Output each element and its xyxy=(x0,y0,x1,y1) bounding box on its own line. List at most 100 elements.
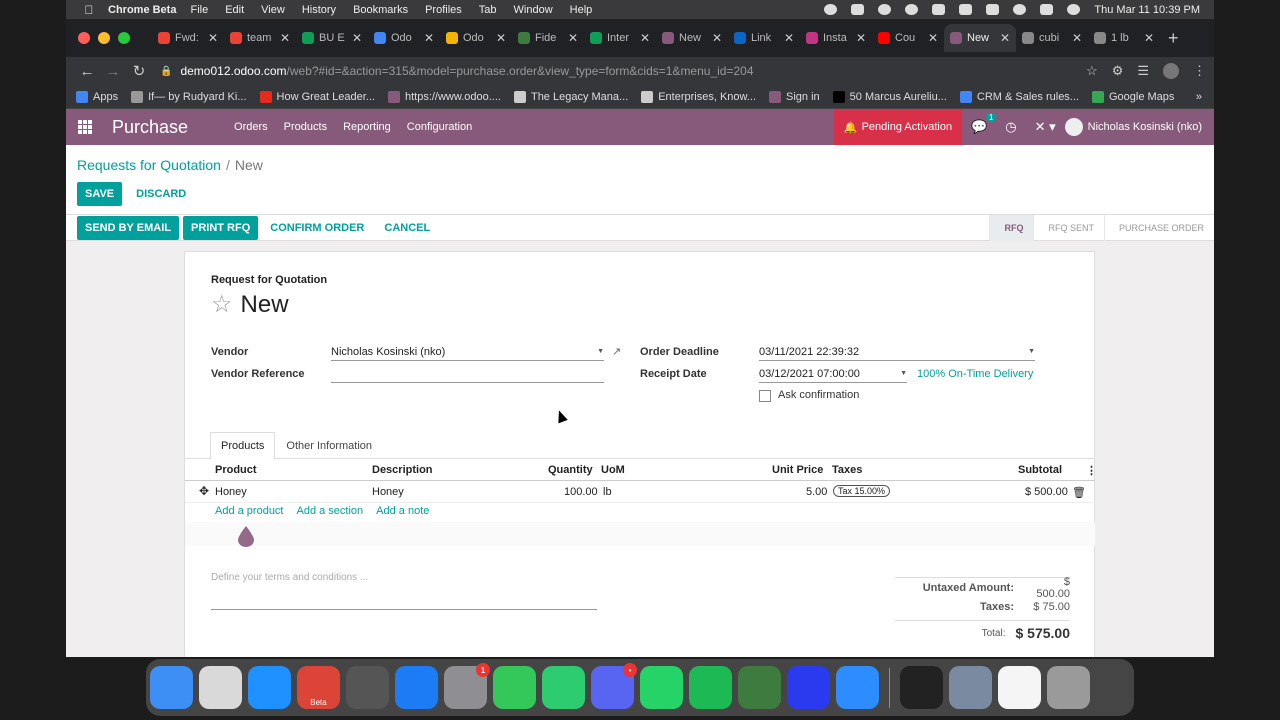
menu-profiles[interactable]: Profiles xyxy=(425,4,462,16)
save-button[interactable]: SAVE xyxy=(77,182,123,206)
menu-edit[interactable]: Edit xyxy=(225,4,244,16)
add-note-link[interactable]: Add a note xyxy=(376,505,429,517)
trash-icon[interactable]: 🗑 xyxy=(1072,486,1086,499)
browser-tab[interactable]: Fide ✕ xyxy=(512,24,584,52)
bookmark-star-icon[interactable]: ☆ xyxy=(1086,63,1098,79)
bookmark-item[interactable]: CRM & Sales rules... xyxy=(959,90,1079,103)
bookmark-item[interactable]: The Legacy Mana... xyxy=(513,90,628,103)
discord-icon[interactable]: • xyxy=(591,663,637,709)
bookmark-item[interactable]: 50 Marcus Aureliu... xyxy=(832,90,947,103)
menu-orders[interactable]: Orders xyxy=(234,121,268,133)
tab-products[interactable]: Products xyxy=(210,432,276,460)
zoom-icon[interactable] xyxy=(836,666,879,709)
browser-tab[interactable]: Odo ✕ xyxy=(440,24,512,52)
menu-view[interactable]: View xyxy=(261,4,285,16)
menu-reporting[interactable]: Reporting xyxy=(343,121,391,133)
trash-icon[interactable] xyxy=(1047,666,1090,709)
col-uom[interactable]: UoM xyxy=(601,464,625,476)
debug-icon[interactable]: ✕ ▾ xyxy=(1026,119,1065,135)
menu-bookmarks[interactable]: Bookmarks xyxy=(353,4,408,16)
extensions-icon[interactable]: ⚙ xyxy=(1112,63,1124,79)
forward-icon[interactable]: → xyxy=(100,63,126,80)
col-product[interactable]: Product xyxy=(215,464,257,476)
external-link-icon[interactable]: ↗ xyxy=(612,345,621,358)
bluetooth-icon[interactable] xyxy=(959,4,973,15)
terms-and-conditions-field[interactable]: Define your terms and conditions ... xyxy=(211,572,597,610)
siri-icon[interactable] xyxy=(1067,4,1081,15)
chat-icon[interactable]: 💬 1 xyxy=(962,113,997,135)
minimize-window-button[interactable] xyxy=(98,32,110,44)
media-icon[interactable]: ☰ xyxy=(1137,63,1149,79)
line-quantity[interactable]: 100.00 xyxy=(564,486,598,498)
play-icon[interactable] xyxy=(878,4,892,15)
safari-icon[interactable] xyxy=(248,666,291,709)
pending-activation-button[interactable]: 🔔 Pending Activation xyxy=(833,109,963,145)
browser-tab[interactable]: Link ✕ xyxy=(728,24,800,52)
zoom-window-button[interactable] xyxy=(118,32,130,44)
vendor-reference-field[interactable] xyxy=(331,365,604,383)
bookmark-item[interactable]: Apps xyxy=(76,90,118,103)
browser-tab[interactable]: Inter ✕ xyxy=(584,24,656,52)
receipt-date-field[interactable]: 03/12/2021 07:00:00 ▼ xyxy=(759,365,907,383)
menu-help[interactable]: Help xyxy=(570,4,593,16)
line-uom[interactable]: lb xyxy=(603,486,612,498)
back-icon[interactable]: ← xyxy=(74,63,100,80)
menu-history[interactable]: History xyxy=(302,4,336,16)
record-icon[interactable] xyxy=(824,4,838,15)
close-tab-icon[interactable]: ✕ xyxy=(568,31,578,45)
spotlight-icon[interactable] xyxy=(1013,4,1027,15)
browser-tab[interactable]: Cou ✕ xyxy=(872,24,944,52)
menu-configuration[interactable]: Configuration xyxy=(407,121,472,133)
whatsapp-icon[interactable] xyxy=(640,666,683,709)
chrome-menu-icon[interactable]: ⋮ xyxy=(1193,63,1206,79)
close-tab-icon[interactable]: ✕ xyxy=(208,31,218,45)
table-row[interactable]: ✥ Honey Honey 100.00 lb 5.00 Tax 15.00% … xyxy=(185,481,1095,503)
battery-icon[interactable] xyxy=(986,4,1000,15)
ask-confirmation-checkbox[interactable] xyxy=(759,390,771,402)
line-unit-price[interactable]: 5.00 xyxy=(806,486,827,498)
send-by-email-button[interactable]: SEND BY EMAIL xyxy=(77,215,179,240)
menu-tab[interactable]: Tab xyxy=(479,4,497,16)
menu-products[interactable]: Products xyxy=(284,121,327,133)
close-tab-icon[interactable]: ✕ xyxy=(424,31,434,45)
clock-icon[interactable]: ◷ xyxy=(996,119,1025,135)
close-tab-icon[interactable]: ✕ xyxy=(352,31,362,45)
discard-button[interactable]: DISCARD xyxy=(128,182,194,206)
bookmarks-overflow-button[interactable]: » xyxy=(1196,91,1202,103)
col-quantity[interactable]: Quantity xyxy=(548,464,593,476)
bookmark-item[interactable]: Google Maps xyxy=(1091,90,1174,103)
bookmark-item[interactable]: If— by Rudyard Ki... xyxy=(131,90,247,103)
moon-icon[interactable] xyxy=(905,4,919,15)
quicktime-icon[interactable] xyxy=(346,666,389,709)
fidelity-icon[interactable] xyxy=(738,666,781,709)
cancel-button[interactable]: CANCEL xyxy=(376,216,438,240)
close-tab-icon[interactable]: ✕ xyxy=(1000,31,1010,45)
system-preferences-icon[interactable]: 1 xyxy=(444,663,490,709)
breadcrumb-parent[interactable]: Requests for Quotation xyxy=(77,157,221,173)
profile-avatar[interactable] xyxy=(1163,63,1179,79)
close-tab-icon[interactable]: ✕ xyxy=(496,31,506,45)
dialpad-icon[interactable] xyxy=(787,666,830,709)
browser-tab[interactable]: cubi ✕ xyxy=(1016,24,1088,52)
close-tab-icon[interactable]: ✕ xyxy=(640,31,650,45)
bookmark-item[interactable]: https://www.odoo.... xyxy=(387,90,501,103)
reload-icon[interactable]: ↻ xyxy=(126,62,152,80)
add-section-link[interactable]: Add a section xyxy=(297,505,364,517)
tab-other-information[interactable]: Other Information xyxy=(275,432,383,460)
close-tab-icon[interactable]: ✕ xyxy=(928,31,938,45)
col-unit-price[interactable]: Unit Price xyxy=(772,464,823,476)
confirm-order-button[interactable]: CONFIRM ORDER xyxy=(262,216,372,240)
close-window-button[interactable] xyxy=(78,32,90,44)
launchpad-icon[interactable] xyxy=(199,666,242,709)
spotify-icon[interactable] xyxy=(689,666,732,709)
bookmark-item[interactable]: How Great Leader... xyxy=(259,90,375,103)
app-store-icon[interactable] xyxy=(395,666,438,709)
line-tax-tag[interactable]: Tax 15.00% xyxy=(833,485,891,497)
control-center-icon[interactable] xyxy=(1040,4,1054,15)
textedit-icon[interactable] xyxy=(998,666,1041,709)
browser-tab[interactable]: Odo ✕ xyxy=(368,24,440,52)
close-tab-icon[interactable]: ✕ xyxy=(712,31,722,45)
close-tab-icon[interactable]: ✕ xyxy=(1144,31,1154,45)
browser-tab[interactable]: BU E ✕ xyxy=(296,24,368,52)
line-description[interactable]: Honey xyxy=(372,486,404,498)
